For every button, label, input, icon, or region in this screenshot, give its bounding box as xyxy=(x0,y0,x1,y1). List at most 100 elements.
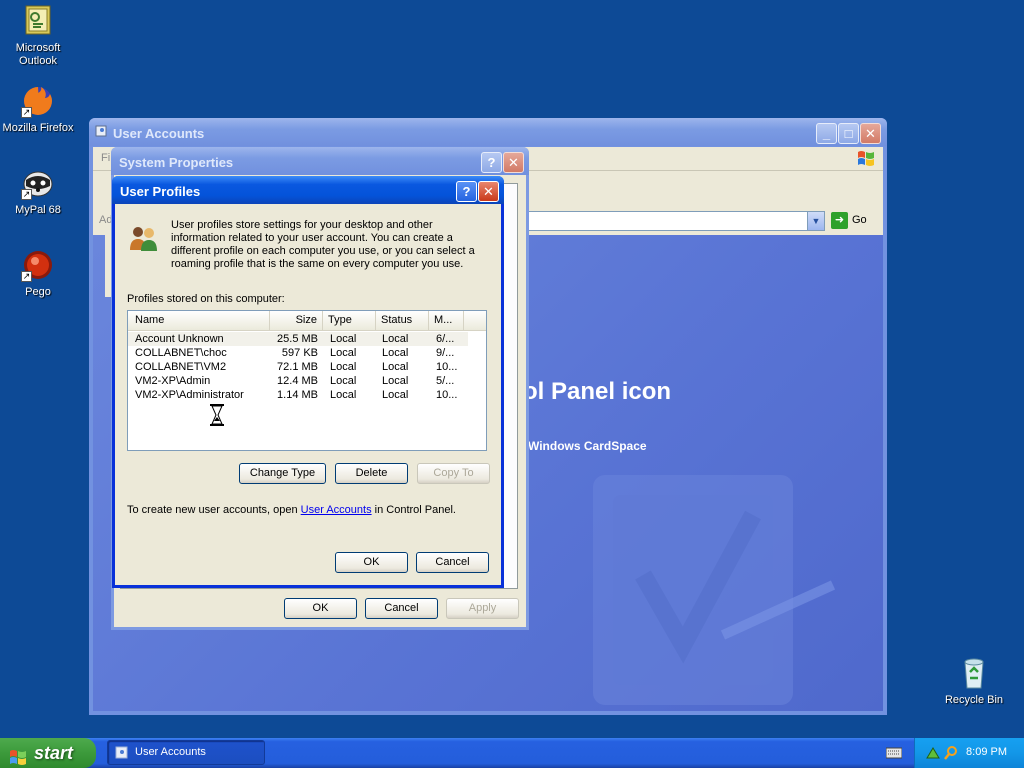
address-input[interactable]: ▼ xyxy=(513,211,825,231)
clock[interactable]: 8:09 PM xyxy=(966,746,1007,758)
cell-type: Local xyxy=(330,389,357,401)
firefox-icon: ↗ xyxy=(21,84,55,118)
ok-button[interactable]: OK xyxy=(335,552,408,573)
column-header-status[interactable]: Status xyxy=(376,311,429,330)
windows-logo-icon xyxy=(9,745,29,765)
hourglass-cursor-icon xyxy=(210,404,224,426)
taskbar-item-user-accounts[interactable]: User Accounts xyxy=(107,740,265,765)
help-button[interactable]: ? xyxy=(456,181,477,202)
footer-suffix: in Control Panel. xyxy=(371,504,456,516)
pego-icon: ↗ xyxy=(21,248,55,282)
cell-status: Local xyxy=(382,375,409,387)
system-tray: 8:09 PM xyxy=(914,738,1024,768)
list-header: Name Size Type Status M... xyxy=(128,311,486,331)
maximize-button[interactable]: □ xyxy=(838,123,859,144)
column-header-name[interactable]: Name xyxy=(130,311,270,330)
user-profiles-dialog: User Profiles ? ✕ User profiles store se… xyxy=(112,176,504,588)
description-line: roaming profile that is the same on ever… xyxy=(171,258,464,270)
chevron-down-icon[interactable]: ▼ xyxy=(807,212,824,230)
table-row[interactable]: VM2-XP\Admin 12.4 MB Local Local 5/... xyxy=(128,374,468,388)
user-accounts-icon xyxy=(115,745,130,760)
profiles-description: User profiles store settings for your de… xyxy=(171,219,491,271)
desktop-icon-firefox[interactable]: ↗ Mozilla Firefox xyxy=(0,84,76,135)
cell-type: Local xyxy=(330,333,357,345)
description-line: different profile on each computer you u… xyxy=(171,245,475,257)
change-type-button[interactable]: Change Type xyxy=(239,463,326,484)
cancel-button[interactable]: Cancel xyxy=(416,552,489,573)
desktop-icon-outlook[interactable]: Microsoft Outlook xyxy=(0,4,76,68)
help-button[interactable]: ? xyxy=(481,152,502,173)
cell-modified: 10... xyxy=(436,389,458,401)
user-accounts-link[interactable]: User Accounts xyxy=(301,504,372,516)
desktop-icon-pego[interactable]: ↗ Pego xyxy=(0,248,76,299)
footer-prefix: To create new user accounts, open xyxy=(127,504,301,516)
cell-name: COLLABNET\VM2 xyxy=(135,361,227,373)
help-icon: ? xyxy=(462,184,471,199)
panel-heading: ol Panel icon xyxy=(523,378,672,405)
cell-status: Local xyxy=(382,389,409,401)
minimize-button[interactable]: _ xyxy=(816,123,837,144)
network-icon[interactable] xyxy=(925,745,941,761)
close-button[interactable]: ✕ xyxy=(860,123,881,144)
window-title: User Accounts xyxy=(113,126,205,141)
cell-name: COLLABNET\choc xyxy=(135,347,227,359)
system-properties-titlebar[interactable]: System Properties ? ✕ xyxy=(111,147,529,175)
cell-type: Local xyxy=(330,347,357,359)
cell-status: Local xyxy=(382,361,409,373)
user-profiles-body: User profiles store settings for your de… xyxy=(115,204,501,585)
start-button[interactable]: start xyxy=(0,738,96,768)
window-title: User Profiles xyxy=(120,184,201,199)
desktop-icon-label: Recycle Bin xyxy=(944,694,1004,706)
close-icon: ✕ xyxy=(865,126,876,141)
column-header-size[interactable]: Size xyxy=(270,311,323,330)
cardspace-link[interactable]: Windows CardSpace xyxy=(528,439,647,453)
help-icon: ? xyxy=(487,155,496,170)
table-row[interactable]: COLLABNET\choc 597 KB Local Local 9/... xyxy=(128,346,468,360)
copy-to-button[interactable]: Copy To xyxy=(417,463,490,484)
start-label: start xyxy=(34,743,74,763)
taskbar: start User Accounts 8:09 PM xyxy=(0,738,1024,768)
desktop-icon-recycle-bin[interactable]: Recycle Bin xyxy=(936,656,1012,707)
user-profiles-titlebar[interactable]: User Profiles ? ✕ xyxy=(112,176,504,204)
column-header-type[interactable]: Type xyxy=(323,311,376,330)
close-button[interactable]: ✕ xyxy=(503,152,524,173)
cell-modified: 9/... xyxy=(436,347,455,359)
apply-button[interactable]: Apply xyxy=(446,598,519,619)
users-icon xyxy=(127,222,161,256)
desktop-icon-label: Pego xyxy=(25,286,51,298)
close-button[interactable]: ✕ xyxy=(478,181,499,202)
cell-modified: 5/... xyxy=(436,375,455,387)
keyboard-icon[interactable] xyxy=(885,747,903,759)
close-icon: ✕ xyxy=(508,155,519,170)
user-accounts-icon xyxy=(95,124,109,138)
minimize-icon: _ xyxy=(822,126,831,141)
cell-name: Account Unknown xyxy=(135,333,224,345)
cell-size: 1.14 MB xyxy=(277,389,318,401)
go-arrow-icon: ➜ xyxy=(831,212,848,229)
search-icon[interactable] xyxy=(943,745,959,761)
cell-size: 72.1 MB xyxy=(277,361,318,373)
cell-size: 12.4 MB xyxy=(277,375,318,387)
go-label: Go xyxy=(852,214,867,226)
profiles-list-label: Profiles stored on this computer: xyxy=(127,293,285,305)
close-icon: ✕ xyxy=(483,184,494,199)
cell-modified: 10... xyxy=(436,361,458,373)
cell-type: Local xyxy=(330,375,357,387)
desktop-icon-label: Microsoft Outlook xyxy=(15,42,61,67)
ok-button[interactable]: OK xyxy=(284,598,357,619)
menu-file[interactable]: Fi xyxy=(101,152,110,164)
cancel-button[interactable]: Cancel xyxy=(365,598,438,619)
go-button[interactable]: ➜ Go xyxy=(831,212,871,230)
user-accounts-titlebar[interactable]: User Accounts _ □ ✕ xyxy=(89,118,887,146)
column-header-modified[interactable]: M... xyxy=(429,311,464,330)
recycle-bin-icon xyxy=(957,656,991,690)
delete-button[interactable]: Delete xyxy=(335,463,408,484)
table-row[interactable]: VM2-XP\Administrator 1.14 MB Local Local… xyxy=(128,388,468,402)
shortcut-arrow-icon: ↗ xyxy=(21,189,32,200)
desktop-icon-mypal[interactable]: ↗ MyPal 68 xyxy=(0,166,76,217)
table-row[interactable]: COLLABNET\VM2 72.1 MB Local Local 10... xyxy=(128,360,468,374)
profiles-list[interactable]: Name Size Type Status M... Account Unkno… xyxy=(127,310,487,451)
cell-name: VM2-XP\Administrator xyxy=(135,389,244,401)
table-row[interactable]: Account Unknown 25.5 MB Local Local 6/..… xyxy=(128,332,468,346)
task-label: User Accounts xyxy=(135,746,206,758)
